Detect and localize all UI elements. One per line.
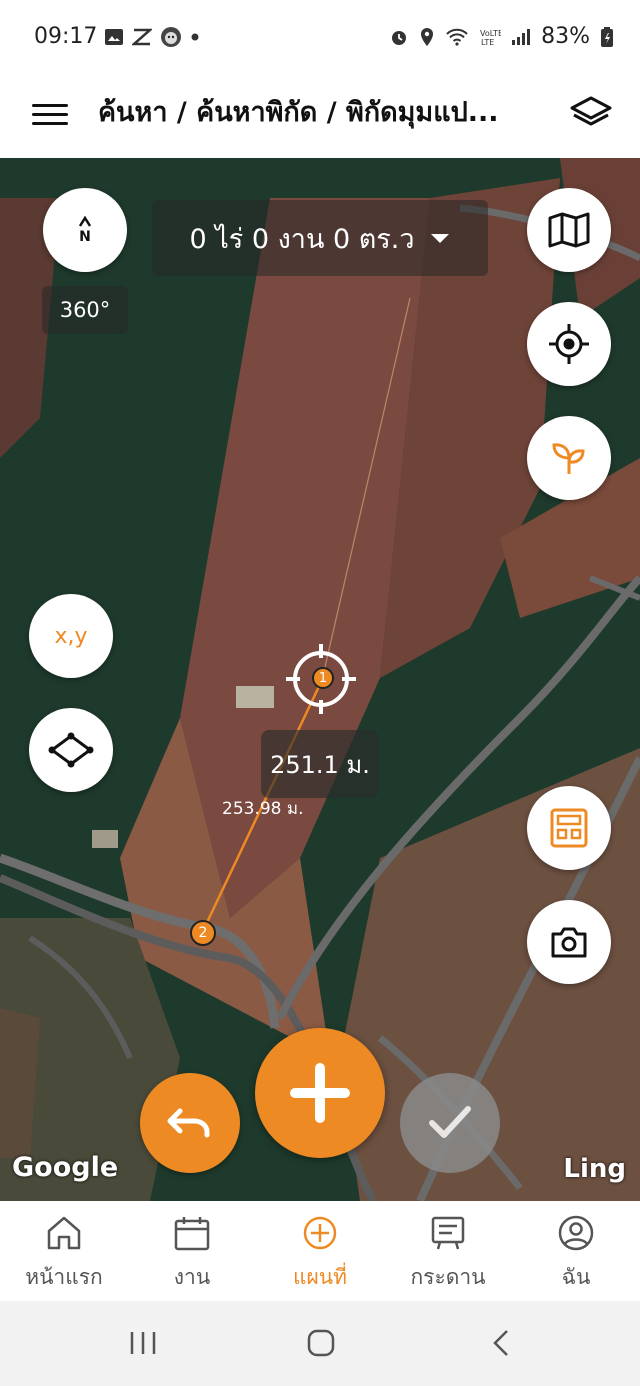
bottom-navigation: หน้าแรก งาน แผนที่ กระดาน ฉัน — [0, 1201, 640, 1301]
camera-icon — [551, 927, 587, 958]
gallery-icon — [105, 29, 123, 45]
map-type-button[interactable] — [527, 188, 611, 272]
nav-label-work: งาน — [173, 1265, 211, 1289]
caret-down-icon — [430, 234, 449, 243]
nav-label-board: กระดาน — [410, 1265, 486, 1289]
camera-button[interactable] — [527, 900, 611, 984]
message-icon — [132, 28, 152, 46]
nav-item-work[interactable]: งาน — [128, 1201, 256, 1301]
nav-item-map[interactable]: แผนที่ — [256, 1201, 384, 1301]
status-time: 09:17 — [34, 24, 98, 49]
nav-label-me: ฉัน — [561, 1265, 591, 1289]
battery-icon — [601, 26, 613, 47]
polygon-draw-button[interactable] — [29, 708, 113, 792]
target-icon — [549, 324, 589, 364]
map-point-1[interactable]: 1 — [312, 667, 334, 689]
status-bar: 09:17 VoLTE LTE 83% — [0, 0, 640, 76]
nav-item-board[interactable]: กระดาน — [384, 1201, 512, 1301]
compass-angle-badge: 360° — [42, 286, 128, 334]
area-summary-dropdown[interactable]: 0 ไร่ 0 งาน 0 ตร.ว — [152, 200, 488, 276]
compass-arrow-icon — [78, 216, 92, 227]
dot-icon — [191, 33, 199, 41]
profile-icon — [558, 1215, 594, 1251]
nav-label-map: แผนที่ — [292, 1265, 348, 1289]
undo-button[interactable] — [140, 1073, 240, 1173]
map-view[interactable]: 1 2 0 ไร่ 0 งาน 0 ตร.ว N 360° x,y 251.1 … — [0, 158, 640, 1201]
back-icon[interactable] — [490, 1328, 512, 1358]
map-point-2[interactable]: 2 — [190, 920, 216, 946]
calculator-button[interactable] — [527, 786, 611, 870]
coordinate-button[interactable]: x,y — [29, 594, 113, 678]
calculator-icon — [550, 808, 588, 848]
add-point-button[interactable] — [255, 1028, 385, 1158]
coordinate-button-label: x,y — [54, 623, 88, 649]
recent-apps-icon[interactable] — [128, 1329, 158, 1357]
status-notification-icons — [104, 26, 200, 48]
measured-distance-label: 251.1 ม. — [261, 730, 379, 798]
volte-icon: VoLTELTE — [480, 29, 501, 47]
undo-icon — [167, 1108, 210, 1138]
plant-button[interactable] — [527, 416, 611, 500]
system-navigation-bar — [0, 1301, 640, 1386]
confirm-button[interactable] — [400, 1073, 500, 1173]
top-app-bar: ค้นหา / ค้นหาพิกัด / พิกัดมุมแป... — [0, 76, 640, 158]
home-icon — [47, 1216, 81, 1250]
avatar-notification-icon — [161, 27, 181, 47]
plus-icon — [290, 1063, 350, 1123]
nav-label-home: หน้าแรก — [25, 1265, 103, 1289]
alarm-icon — [392, 30, 407, 45]
area-summary-text: 0 ไร่ 0 งาน 0 ตร.ว — [189, 223, 415, 255]
map-point-1-label: 1 — [318, 670, 328, 686]
google-attribution: Google — [12, 1152, 119, 1183]
compass-north-label: N — [79, 229, 91, 245]
status-system-icons: VoLTE LTE 83% — [389, 24, 614, 49]
check-icon — [429, 1106, 471, 1138]
sprout-icon — [552, 443, 585, 474]
svg-text:LTE: LTE — [481, 38, 494, 47]
home-nav-icon[interactable] — [306, 1328, 336, 1358]
breadcrumb: ค้นหา / ค้นหาพิกัด / พิกัดมุมแป... — [98, 97, 499, 128]
compass-button[interactable]: N — [43, 188, 127, 272]
calendar-icon — [174, 1217, 210, 1251]
battery-percent: 83% — [541, 24, 590, 49]
svg-text:VoLTE: VoLTE — [480, 29, 501, 38]
menu-icon[interactable] — [32, 98, 68, 134]
map-icon — [548, 212, 590, 248]
polygon-icon — [48, 732, 94, 768]
board-icon — [431, 1216, 465, 1250]
location-icon — [421, 27, 434, 46]
layers-icon[interactable] — [568, 94, 614, 134]
add-circle-icon — [303, 1216, 337, 1250]
segment-length-label: 253.98 ม. — [222, 799, 304, 819]
map-point-2-label: 2 — [198, 925, 208, 941]
signal-icon — [512, 28, 531, 45]
nav-item-me[interactable]: ฉัน — [512, 1201, 640, 1301]
my-location-button[interactable] — [527, 302, 611, 386]
nav-item-home[interactable]: หน้าแรก — [0, 1201, 128, 1301]
ling-attribution: Ling — [563, 1154, 626, 1184]
wifi-icon — [446, 28, 468, 46]
